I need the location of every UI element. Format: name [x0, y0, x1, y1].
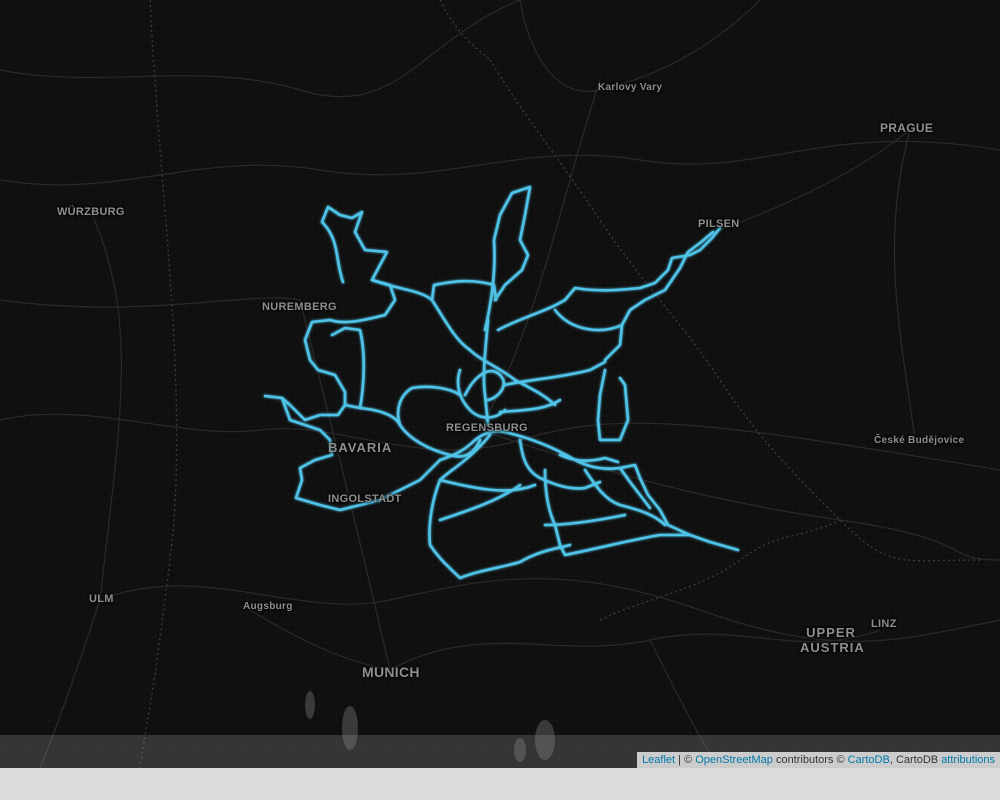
label-prague: PRAGUE [880, 121, 934, 135]
attribution-cartodb-text: , CartoDB [889, 754, 942, 766]
osm-link[interactable]: OpenStreetMap [695, 754, 773, 766]
label-linz: LINZ [871, 618, 897, 630]
cartodb-link[interactable]: CartoDB [848, 754, 890, 766]
attributions-link[interactable]: attributions [941, 754, 995, 766]
map-canvas[interactable]: Karlovy Vary PRAGUE WÜRZBURG PILSEN NURE… [0, 0, 1000, 768]
label-regensburg: REGENSBURG [446, 422, 528, 434]
label-ceske-budejovice: České Budějovice [874, 435, 965, 446]
attribution-bar: Leaflet | © OpenStreetMap contributors ©… [637, 752, 1000, 768]
attribution-contributors: contributors © [772, 754, 848, 766]
label-augsburg: Augsburg [243, 601, 293, 612]
label-munich: MUNICH [362, 664, 420, 680]
label-bavaria: BAVARIA [328, 440, 393, 455]
page-bottom-bar [0, 768, 1000, 800]
leaflet-link[interactable]: Leaflet [642, 754, 675, 766]
label-wurzburg: WÜRZBURG [57, 206, 125, 218]
label-karlovy-vary: Karlovy Vary [598, 82, 663, 93]
label-upper-austria: UPPER AUSTRIA [800, 625, 865, 655]
label-nuremberg: NUREMBERG [262, 301, 337, 313]
attribution-sep: | © [675, 754, 696, 766]
gps-tracks[interactable] [263, 185, 740, 580]
label-ulm: ULM [89, 593, 114, 605]
label-ingolstadt: INGOLSTADT [328, 493, 402, 505]
label-pilsen: PILSEN [698, 218, 740, 230]
